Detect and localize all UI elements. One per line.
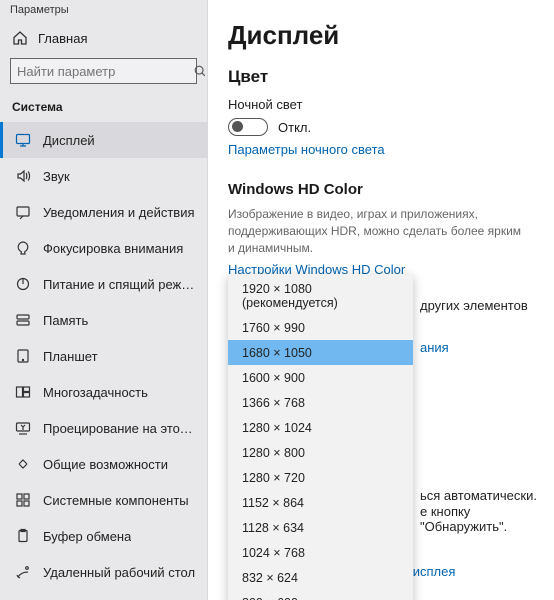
- resolution-option[interactable]: 1280 × 800: [228, 440, 413, 465]
- clipboard-icon: [15, 528, 31, 544]
- sidebar-item-sound[interactable]: Звук: [0, 158, 207, 194]
- display-icon: [15, 132, 31, 148]
- sidebar-item-clipboard[interactable]: Буфер обмена: [0, 518, 207, 554]
- sidebar-item-power[interactable]: Питание и спящий режим: [0, 266, 207, 302]
- resolution-option[interactable]: 832 × 624: [228, 565, 413, 590]
- hd-color-desc: Изображение в видео, играх и приложениях…: [228, 206, 528, 256]
- sidebar-item-label: Удаленный рабочий стол: [43, 565, 195, 580]
- tablet-icon: [15, 348, 31, 364]
- shared-icon: [15, 456, 31, 472]
- sidebar-item-display[interactable]: Дисплей: [0, 122, 207, 158]
- sidebar-item-optional[interactable]: Дополнительные компоненты: [0, 590, 207, 600]
- resolution-option[interactable]: 1600 × 900: [228, 365, 413, 390]
- sidebar-item-tablet[interactable]: Планшет: [0, 338, 207, 374]
- sidebar-item-label: Системные компоненты: [43, 493, 189, 508]
- resolution-option[interactable]: 1920 × 1080 (рекомендуется): [228, 276, 413, 315]
- remote-icon: [15, 564, 31, 580]
- notifications-icon: [15, 204, 31, 220]
- search-field[interactable]: [17, 64, 193, 79]
- sidebar: Параметры Главная Система Дисплей Звук Уве…: [0, 0, 208, 600]
- sidebar-item-projecting[interactable]: Проецирование на этот компьютер: [0, 410, 207, 446]
- sidebar-item-shared[interactable]: Общие возможности: [0, 446, 207, 482]
- resolution-option[interactable]: 1024 × 768: [228, 540, 413, 565]
- hd-color-heading: Windows HD Color: [228, 181, 538, 198]
- resolution-option[interactable]: 1280 × 1024: [228, 415, 413, 440]
- resolution-option[interactable]: 1366 × 768: [228, 390, 413, 415]
- frag-link-suffix[interactable]: ания: [420, 340, 449, 355]
- page-title: Дисплей: [228, 20, 538, 51]
- search-input[interactable]: [10, 58, 197, 84]
- night-light-toggle[interactable]: [228, 118, 268, 136]
- home-label: Главная: [38, 31, 87, 46]
- sidebar-item-label: Фокусировка внимания: [43, 241, 183, 256]
- sidebar-item-label: Звук: [43, 169, 70, 184]
- app-title: Параметры: [0, 4, 207, 24]
- focus-icon: [15, 240, 31, 256]
- sidebar-section-header: Система: [0, 94, 207, 122]
- night-light-settings-link[interactable]: Параметры ночного света: [228, 142, 538, 157]
- frag-auto-1: ься автоматически.: [420, 488, 537, 503]
- sidebar-item-label: Дисплей: [43, 133, 95, 148]
- sidebar-item-components[interactable]: Системные компоненты: [0, 482, 207, 518]
- resolution-option[interactable]: 800 × 600: [228, 590, 413, 600]
- sidebar-item-label: Буфер обмена: [43, 529, 131, 544]
- sidebar-item-multitask[interactable]: Многозадачность: [0, 374, 207, 410]
- sidebar-item-label: Многозадачность: [43, 385, 148, 400]
- home-nav[interactable]: Главная: [0, 24, 207, 52]
- main-content: Дисплей Цвет Ночной свет Откл. Параметры…: [208, 0, 554, 600]
- sound-icon: [15, 168, 31, 184]
- sidebar-item-label: Общие возможности: [43, 457, 168, 472]
- sidebar-item-remote[interactable]: Удаленный рабочий стол: [0, 554, 207, 590]
- color-heading: Цвет: [228, 67, 538, 87]
- frag-other-elements: других элементов: [420, 298, 528, 313]
- resolution-option[interactable]: 1680 × 1050: [228, 340, 413, 365]
- search-icon: [193, 64, 207, 78]
- sidebar-item-label: Планшет: [43, 349, 98, 364]
- frag-auto-2: е кнопку "Обнаружить".: [420, 504, 554, 534]
- sidebar-item-label: Память: [43, 313, 88, 328]
- sidebar-item-notifications[interactable]: Уведомления и действия: [0, 194, 207, 230]
- sidebar-item-label: Уведомления и действия: [43, 205, 195, 220]
- home-icon: [12, 30, 28, 46]
- sidebar-item-label: Питание и спящий режим: [43, 277, 197, 292]
- sidebar-item-storage[interactable]: Память: [0, 302, 207, 338]
- projecting-icon: [15, 420, 31, 436]
- power-icon: [15, 276, 31, 292]
- components-icon: [15, 492, 31, 508]
- toggle-state: Откл.: [278, 120, 311, 135]
- resolution-option[interactable]: 1280 × 720: [228, 465, 413, 490]
- resolution-option[interactable]: 1760 × 990: [228, 315, 413, 340]
- resolution-option[interactable]: 1128 × 634: [228, 515, 413, 540]
- night-light-label: Ночной свет: [228, 97, 538, 112]
- resolution-option[interactable]: 1152 × 864: [228, 490, 413, 515]
- sidebar-item-focus[interactable]: Фокусировка внимания: [0, 230, 207, 266]
- storage-icon: [15, 312, 31, 328]
- sidebar-item-label: Проецирование на этот компьютер: [43, 421, 197, 436]
- multitask-icon: [15, 384, 31, 400]
- resolution-dropdown[interactable]: 1920 × 1080 (рекомендуется)1760 × 990168…: [228, 274, 413, 600]
